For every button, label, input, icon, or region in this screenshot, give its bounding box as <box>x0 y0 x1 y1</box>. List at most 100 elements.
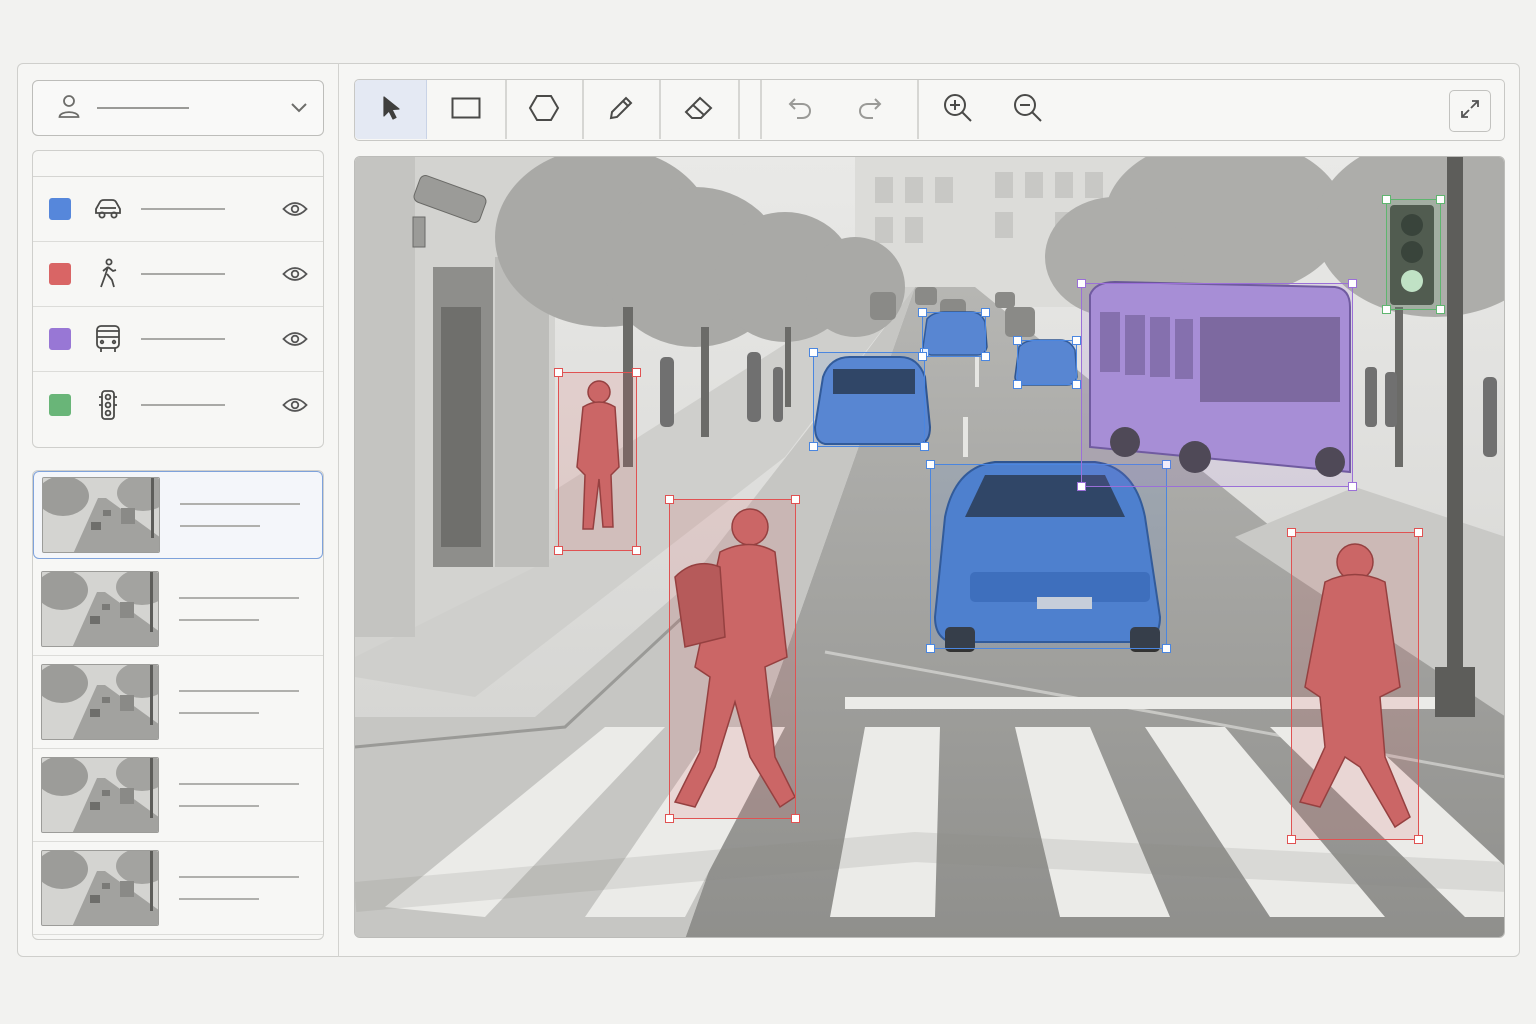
bbox-bus[interactable] <box>1077 279 1357 491</box>
resize-handle[interactable] <box>1414 835 1423 844</box>
resize-handle[interactable] <box>665 495 674 504</box>
color-swatch[interactable] <box>49 393 71 416</box>
frame-item[interactable] <box>33 749 323 842</box>
frame-thumbnail <box>41 850 159 926</box>
frame-title <box>179 876 299 878</box>
resize-handle[interactable] <box>809 442 818 451</box>
resize-handle[interactable] <box>809 348 818 357</box>
resize-handle[interactable] <box>981 308 990 317</box>
redo-button[interactable] <box>835 80 905 139</box>
zoom-in-button[interactable] <box>923 80 993 139</box>
layer-row-car[interactable] <box>33 177 323 242</box>
frame-item[interactable] <box>33 471 323 559</box>
resize-handle[interactable] <box>632 368 641 377</box>
resize-handle[interactable] <box>1382 195 1391 204</box>
cursor-arrow-icon <box>380 95 402 125</box>
resize-handle[interactable] <box>1072 336 1081 345</box>
resize-handle[interactable] <box>791 814 800 823</box>
resize-handle[interactable] <box>926 644 935 653</box>
zoom-in-icon <box>942 92 974 128</box>
frame-thumbnail <box>41 571 159 647</box>
resize-handle[interactable] <box>1077 279 1086 288</box>
resize-handle[interactable] <box>981 352 990 361</box>
frame-list <box>32 470 324 940</box>
eye-icon[interactable] <box>281 195 309 223</box>
bbox-pedestrian[interactable] <box>1287 528 1423 844</box>
frame-thumbnail <box>41 664 159 740</box>
chevron-down-icon <box>289 99 309 118</box>
resize-handle[interactable] <box>1287 528 1296 537</box>
resize-handle[interactable] <box>665 814 674 823</box>
zoom-out-button[interactable] <box>993 80 1063 139</box>
resize-handle[interactable] <box>554 546 563 555</box>
resize-handle[interactable] <box>920 442 929 451</box>
traffic-light-icon <box>93 389 123 420</box>
resize-handle[interactable] <box>1013 336 1022 345</box>
resize-handle[interactable] <box>926 460 935 469</box>
bbox-pedestrian[interactable] <box>554 368 641 555</box>
resize-handle[interactable] <box>1348 482 1357 491</box>
resize-handle[interactable] <box>1077 482 1086 491</box>
color-swatch[interactable] <box>49 263 71 285</box>
resize-handle[interactable] <box>1436 305 1445 314</box>
frame-item[interactable] <box>33 563 323 656</box>
resize-handle[interactable] <box>918 308 927 317</box>
layer-label <box>141 403 281 406</box>
layer-row-pedestrian[interactable] <box>33 242 323 307</box>
resize-handle[interactable] <box>554 368 563 377</box>
eraser-tool-button[interactable] <box>661 80 737 139</box>
frame-item[interactable] <box>33 656 323 749</box>
resize-handle[interactable] <box>1162 644 1171 653</box>
eye-icon[interactable] <box>281 391 309 419</box>
frame-subtitle <box>179 898 259 900</box>
color-swatch[interactable] <box>49 328 71 350</box>
annotation-toolbar <box>354 79 1505 141</box>
resize-handle[interactable] <box>1436 195 1445 204</box>
resize-handle[interactable] <box>1348 279 1357 288</box>
pencil-tool-button[interactable] <box>584 80 658 139</box>
frame-title <box>179 690 299 692</box>
eye-icon[interactable] <box>281 325 309 353</box>
panel-header <box>33 151 323 177</box>
user-icon <box>57 93 81 123</box>
car-icon <box>93 194 123 224</box>
resize-handle[interactable] <box>1013 380 1022 389</box>
bbox-traffic-light[interactable] <box>1382 195 1445 314</box>
resize-handle[interactable] <box>1382 305 1391 314</box>
pedestrian-icon <box>93 258 123 289</box>
resize-handle[interactable] <box>1414 528 1423 537</box>
resize-handle[interactable] <box>1287 835 1296 844</box>
frame-thumbnail <box>42 477 160 553</box>
resize-handle[interactable] <box>918 352 927 361</box>
annotation-canvas[interactable] <box>354 156 1505 938</box>
layer-row-bus[interactable] <box>33 307 323 372</box>
label-classes-panel <box>32 150 324 448</box>
user-dropdown[interactable] <box>32 80 324 136</box>
bbox-pedestrian[interactable] <box>665 495 800 823</box>
rectangle-tool-button[interactable] <box>428 80 503 139</box>
resize-handle[interactable] <box>1072 380 1081 389</box>
layer-row-traffic-light[interactable] <box>33 372 323 437</box>
frame-item[interactable] <box>33 842 323 935</box>
color-swatch[interactable] <box>49 198 71 220</box>
frame-subtitle <box>179 805 259 807</box>
polygon-tool-button[interactable] <box>507 80 581 139</box>
bbox-car[interactable] <box>809 348 929 451</box>
bbox-car[interactable] <box>1013 336 1081 389</box>
polygon-icon <box>528 94 560 126</box>
bus-icon <box>93 324 123 354</box>
bbox-car[interactable] <box>926 460 1171 653</box>
eye-icon[interactable] <box>281 260 309 288</box>
layer-label <box>141 273 281 275</box>
frame-thumbnail <box>41 757 159 833</box>
resize-handle[interactable] <box>791 495 800 504</box>
undo-button[interactable] <box>765 80 835 139</box>
resize-handle[interactable] <box>632 546 641 555</box>
redo-icon <box>856 95 884 125</box>
undo-icon <box>786 95 814 125</box>
user-name <box>97 107 289 109</box>
frame-title <box>179 783 299 785</box>
select-tool-button[interactable] <box>355 80 427 139</box>
bbox-car[interactable] <box>918 308 990 361</box>
fullscreen-button[interactable] <box>1449 90 1491 132</box>
